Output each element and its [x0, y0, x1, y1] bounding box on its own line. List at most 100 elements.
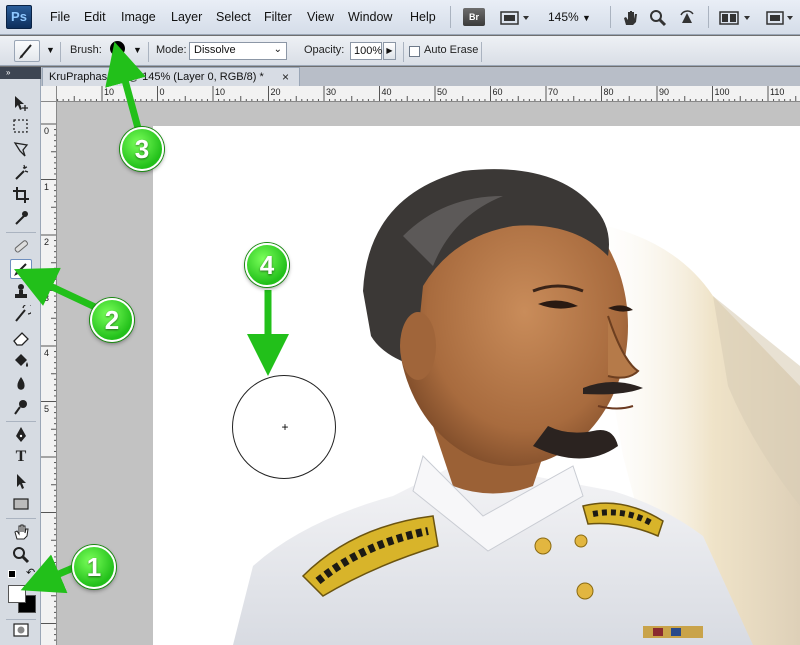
menu-window[interactable]: Window: [348, 10, 392, 24]
bridge-button[interactable]: Br: [463, 8, 485, 26]
swap-colors-icon[interactable]: ↶: [26, 566, 35, 579]
ruler-label: 3: [44, 292, 50, 303]
eraser-icon: [13, 332, 29, 346]
crop-icon: [13, 187, 29, 203]
hand-tool-button[interactable]: [618, 6, 642, 29]
pencil-tool[interactable]: [10, 259, 32, 279]
hand-icon: [14, 524, 29, 540]
options-separator: [403, 42, 404, 62]
photo-layer: [233, 169, 800, 645]
ruler-label: 80: [603, 87, 614, 97]
zoom-tool[interactable]: [10, 545, 32, 565]
zoom-level[interactable]: 145% ▼: [548, 10, 591, 24]
mode-select[interactable]: Dissolve ⌄: [189, 42, 287, 60]
zoom-tool-button[interactable]: [646, 6, 670, 29]
opacity-slider-button[interactable]: ▶: [383, 42, 396, 60]
rotate-view-button[interactable]: [675, 6, 699, 29]
pencil-icon: [14, 263, 27, 276]
document-title: KruPraphas.jpg @ 145% (Layer 0, RGB/8) *: [49, 71, 264, 83]
default-colors-icon[interactable]: [8, 570, 16, 578]
blur-tool[interactable]: [10, 374, 32, 394]
crop-tool[interactable]: [10, 185, 32, 205]
chevron-down-icon[interactable]: ▼: [133, 45, 142, 55]
move-tool[interactable]: [10, 93, 32, 113]
magic-wand-tool[interactable]: [10, 162, 32, 182]
menu-separator: [708, 6, 709, 28]
path-selection-tool[interactable]: [10, 471, 32, 491]
quick-mask-button[interactable]: [10, 621, 32, 641]
healing-brush-icon: [14, 240, 28, 253]
lasso-tool[interactable]: [10, 139, 32, 159]
magic-wand-icon: [15, 164, 29, 180]
menu-view[interactable]: View: [307, 10, 334, 24]
clone-stamp-tool[interactable]: [10, 282, 32, 302]
auto-erase-checkbox[interactable]: [409, 46, 420, 57]
options-separator: [148, 42, 149, 62]
close-icon[interactable]: ×: [282, 70, 289, 84]
tools-separator: [6, 421, 36, 422]
annotation-badge-4: 4: [245, 243, 289, 287]
annotation-badge-3: 3: [120, 127, 164, 171]
eyedropper-tool[interactable]: [10, 208, 32, 228]
chevron-down-icon: ▼: [582, 13, 591, 23]
magnifier-icon: [650, 9, 667, 26]
history-brush-icon: [15, 303, 34, 322]
menu-help[interactable]: Help: [410, 10, 436, 24]
rotate-view-icon: [680, 9, 694, 23]
menu-filter[interactable]: Filter: [264, 10, 292, 24]
pen-tool[interactable]: [10, 425, 32, 445]
rectangle-tool[interactable]: [10, 494, 32, 514]
tools-separator: [6, 232, 36, 233]
document-tab[interactable]: KruPraphas.jpg @ 145% (Layer 0, RGB/8) *: [42, 67, 300, 86]
options-separator: [481, 42, 482, 62]
annotation-badge-1: 1: [72, 545, 116, 589]
horizontal-ruler[interactable]: 10 0 10 20 30 40 50 60 70 80 90 100 110: [57, 86, 800, 102]
ruler-label: 2: [44, 237, 50, 247]
menu-bar: Ps File Edit Image Layer Select Filter V…: [0, 0, 800, 35]
marquee-tool[interactable]: [10, 116, 32, 136]
tools-separator: [6, 518, 36, 519]
menu-separator: [450, 6, 451, 28]
options-bar: ▼ Brush: ▼ Mode: Dissolve ⌄ Opacity: 100…: [0, 36, 800, 66]
view-extras-button[interactable]: [497, 6, 533, 29]
menu-file[interactable]: File: [50, 10, 70, 24]
menu-select[interactable]: Select: [216, 10, 251, 24]
history-brush-tool[interactable]: [10, 303, 34, 325]
chevron-down-icon[interactable]: ▼: [46, 45, 55, 55]
paint-bucket-icon: [15, 354, 28, 367]
pencil-icon: [19, 44, 32, 59]
tools-panel-header[interactable]: »: [0, 67, 41, 79]
menu-edit[interactable]: Edit: [84, 10, 106, 24]
ruler-label: 0: [44, 126, 50, 136]
photoshop-logo[interactable]: Ps: [6, 5, 32, 29]
menu-image[interactable]: Image: [121, 10, 156, 24]
document-canvas[interactable]: [153, 126, 800, 645]
ruler-label: 40: [381, 87, 392, 97]
opacity-input[interactable]: 100%: [350, 42, 382, 60]
foreground-color-swatch[interactable]: [8, 585, 26, 603]
dodge-tool[interactable]: [10, 397, 32, 417]
ruler-label: 5: [44, 403, 50, 414]
paint-bucket-tool[interactable]: [10, 351, 32, 371]
ruler-label: 70: [548, 87, 559, 97]
brush-preset-picker[interactable]: [110, 41, 125, 56]
screen-mode-button[interactable]: [765, 6, 795, 29]
menu-layer[interactable]: Layer: [171, 10, 202, 24]
vertical-ruler[interactable]: 0 1 2 3 4 5: [41, 102, 57, 645]
eraser-tool[interactable]: [10, 328, 32, 348]
ruler-label: 4: [44, 348, 50, 358]
zoom-icon: [13, 547, 30, 564]
type-tool[interactable]: T: [10, 448, 32, 468]
tool-preset-picker[interactable]: [14, 40, 40, 62]
arrange-documents-button[interactable]: [716, 6, 756, 29]
view-extras-icon: [500, 10, 529, 25]
tools-panel: » T ↶: [0, 67, 41, 645]
pen-icon: [16, 427, 26, 442]
healing-brush-tool[interactable]: [10, 236, 32, 256]
opacity-label: Opacity:: [304, 44, 345, 56]
hand-tool[interactable]: [10, 522, 32, 542]
ruler-label: 0: [159, 87, 165, 97]
ruler-origin[interactable]: [41, 86, 57, 102]
dodge-icon: [14, 400, 27, 415]
lasso-icon: [13, 142, 29, 157]
